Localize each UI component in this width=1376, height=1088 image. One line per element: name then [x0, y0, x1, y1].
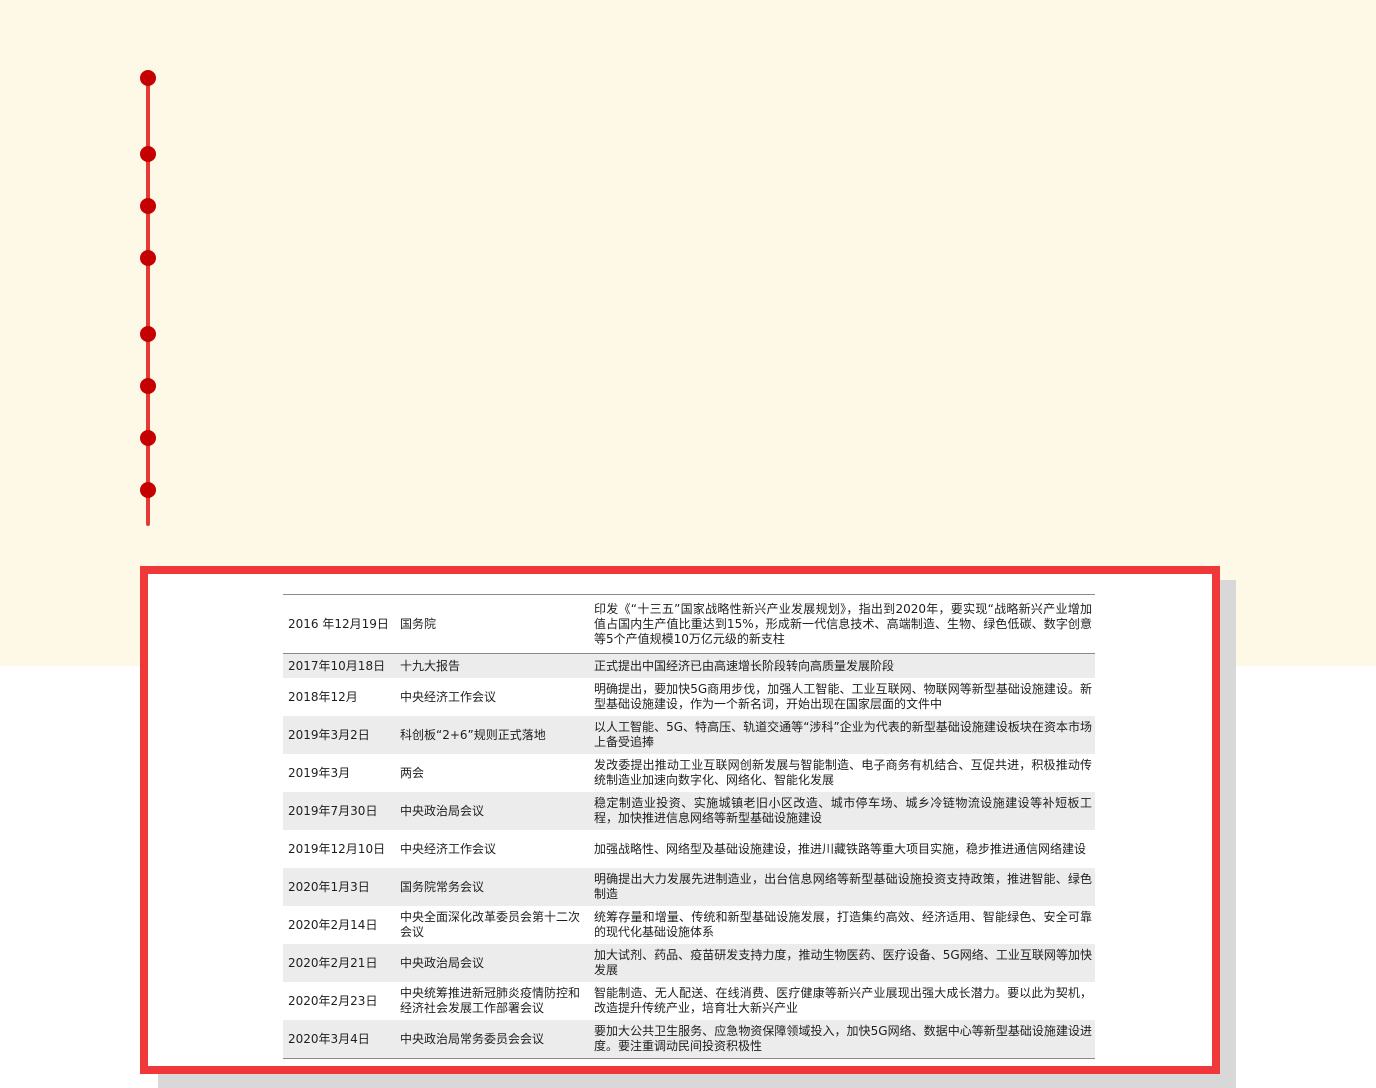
table-row: 2020年2月14日 中央全面深化改革委员会第十二次会议 统筹存量和增量、传统和… [283, 906, 1095, 944]
policy-timeline-table: 2016 年12月19日 国务院 印发《“十三五”国家战略性新兴产业发展规划》，… [283, 594, 1095, 1059]
row-date: 2020年1月3日 [288, 879, 370, 894]
timeline-line [146, 76, 150, 526]
row-content: 稳定制造业投资、实施城镇老旧小区改造、城市停车场、城乡冷链物流设施建设等补短板工… [594, 796, 1092, 825]
row-body: 中央经济工作会议 [400, 689, 497, 704]
row-body: 中央政治局会议 [400, 803, 485, 818]
row-body: 科创板“2+6”规则正式落地 [400, 727, 546, 742]
row-date: 2020年2月21日 [288, 955, 378, 970]
row-content: 正式提出中国经济已由高速增长阶段转向高质量发展阶段 [594, 658, 895, 673]
row-body: 中央经济工作会议 [400, 841, 497, 856]
timeline-dot [140, 250, 156, 266]
row-content: 明确提出，要加快5G商用步伐，加强人工智能、工业互联网、物联网等新型基础设施建设… [594, 682, 1092, 711]
row-date: 2020年2月14日 [288, 917, 378, 932]
table-row: 2020年2月21日 中央政治局会议 加大试剂、药品、疫苗研发支持力度，推动生物… [283, 944, 1095, 982]
row-content: 统筹存量和增量、传统和新型基础设施发展，打造集约高效、经济适用、智能绿色、安全可… [594, 910, 1092, 939]
timeline-dot [140, 70, 156, 86]
row-content: 加强战略性、网络型及基础设施建设，推进川藏铁路等重大项目实施，稳步推进通信网络建… [594, 841, 1087, 856]
row-body: 中央统筹推进新冠肺炎疫情防控和经济社会发展工作部署会议 [400, 986, 581, 1015]
row-content: 以人工智能、5G、特高压、轨道交通等“涉科”企业为代表的新型基础设施建设板块在资… [594, 720, 1092, 749]
row-body: 两会 [400, 765, 425, 780]
row-content: 印发《“十三五”国家战略性新兴产业发展规划》，指出到2020年，要实现“战略新兴… [594, 601, 1092, 646]
row-date: 2016 年12月19日 [288, 616, 389, 631]
timeline-dot [140, 430, 156, 446]
row-body: 国务院 [400, 616, 437, 631]
table-row: 2017年10月18日 十九大报告 正式提出中国经济已由高速增长阶段转向高质量发… [283, 654, 1095, 678]
row-content: 发改委提出推动工业互联网创新发展与智能制造、电子商务有机结合、互促共进，积极推动… [594, 758, 1092, 787]
table-row: 2019年12月10日 中央经济工作会议 加强战略性、网络型及基础设施建设，推进… [283, 830, 1095, 868]
row-date: 2020年3月4日 [288, 1031, 370, 1046]
row-body: 中央政治局会议 [400, 955, 485, 970]
table-row: 2018年12月 中央经济工作会议 明确提出，要加快5G商用步伐，加强人工智能、… [283, 678, 1095, 716]
table-row: 2020年3月4日 中央政治局常务委员会会议 要加大公共卫生服务、应急物资保障领… [283, 1020, 1095, 1058]
row-date: 2020年2月23日 [288, 993, 378, 1008]
row-date: 2018年12月 [288, 689, 358, 704]
row-content: 要加大公共卫生服务、应急物资保障领域投入，加快5G网络、数据中心等新型基础设施建… [594, 1024, 1092, 1053]
timeline-dot [140, 146, 156, 162]
row-date: 2019年3月 [288, 765, 351, 780]
row-body: 国务院常务会议 [400, 879, 485, 894]
timeline-dot [140, 198, 156, 214]
table-row: 2019年7月30日 中央政治局会议 稳定制造业投资、实施城镇老旧小区改造、城市… [283, 792, 1095, 830]
table-row: 2020年1月3日 国务院常务会议 明确提出大力发展先进制造业，出台信息网络等新… [283, 868, 1095, 906]
timeline-dot [140, 378, 156, 394]
table-row: 2019年3月 两会 发改委提出推动工业互联网创新发展与智能制造、电子商务有机结… [283, 754, 1095, 792]
table-row: 2019年3月2日 科创板“2+6”规则正式落地 以人工智能、5G、特高压、轨道… [283, 716, 1095, 754]
row-body: 中央全面深化改革委员会第十二次会议 [400, 910, 581, 939]
row-content: 智能制造、无人配送、在线消费、医疗健康等新兴产业展现出强大成长潜力。要以此为契机… [594, 986, 1092, 1015]
timeline-dot [140, 326, 156, 342]
row-date: 2019年7月30日 [288, 803, 378, 818]
row-content: 加大试剂、药品、疫苗研发支持力度，推动生物医药、医疗设备、5G网络、工业互联网等… [594, 948, 1092, 977]
row-body: 十九大报告 [400, 658, 461, 673]
row-body: 中央政治局常务委员会会议 [400, 1031, 545, 1046]
row-content: 明确提出大力发展先进制造业，出台信息网络等新型基础设施投资支持政策，推进智能、绿… [594, 872, 1092, 901]
timeline-dot [140, 482, 156, 498]
row-date: 2017年10月18日 [288, 658, 386, 673]
table-row: 2020年2月23日 中央统筹推进新冠肺炎疫情防控和经济社会发展工作部署会议 智… [283, 982, 1095, 1020]
table-row: 2016 年12月19日 国务院 印发《“十三五”国家战略性新兴产业发展规划》，… [283, 595, 1095, 654]
row-date: 2019年3月2日 [288, 727, 370, 742]
row-date: 2019年12月10日 [288, 841, 386, 856]
